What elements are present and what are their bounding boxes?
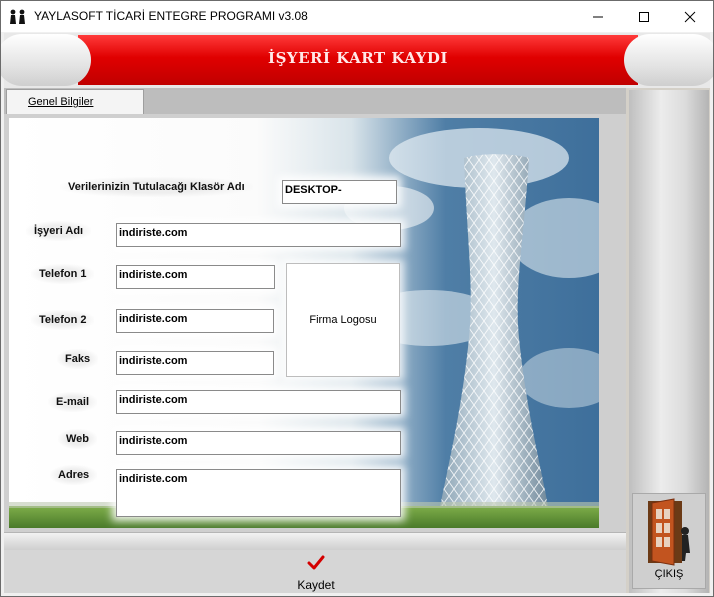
company-name-label: İşyeri Adı <box>26 221 92 241</box>
fax-label: Faks <box>57 349 99 369</box>
minimize-icon <box>593 16 603 17</box>
web-label: Web <box>58 429 98 449</box>
phone1-label: Telefon 1 <box>31 264 95 284</box>
minimize-button[interactable] <box>575 1 621 32</box>
maximize-button[interactable] <box>621 1 667 32</box>
bottom-toolbar: Kaydet <box>4 550 626 593</box>
right-panel: ÇIKIŞ <box>629 90 709 593</box>
phone1-input[interactable]: indiriste.com <box>116 265 275 289</box>
fax-input[interactable]: indiriste.com <box>116 351 274 375</box>
maximize-icon <box>639 11 649 22</box>
close-icon <box>684 11 696 22</box>
tab-panel: Verilerinizin Tutulacağı Klasör Adı DESK… <box>4 114 626 532</box>
exit-label: ÇIKIŞ <box>654 568 684 580</box>
save-label: Kaydet <box>297 578 335 592</box>
phone2-input[interactable]: indiriste.com <box>116 309 274 333</box>
company-name-input[interactable]: indiriste.com <box>116 223 401 247</box>
address-textarea[interactable]: indiriste.com <box>116 469 401 517</box>
email-label: E-mail <box>48 392 98 412</box>
window-title: YAYLASOFT TİCARİ ENTEGRE PROGRAMI v3.08 <box>34 9 308 23</box>
checkmark-icon <box>307 555 325 570</box>
status-bar <box>4 532 626 550</box>
folder-input[interactable]: DESKTOP- <box>282 180 397 204</box>
exit-button[interactable]: ÇIKIŞ <box>632 493 706 589</box>
page-title: İŞYERİ KART KAYDI <box>268 49 448 67</box>
phone2-label: Telefon 2 <box>31 310 95 330</box>
tab-strip: Genel Bilgiler <box>4 88 626 114</box>
client-area: İŞYERİ KART KAYDI Genel Bilgiler Veriler… <box>1 33 713 593</box>
email-input[interactable]: indiriste.com <box>116 390 401 414</box>
app-window: YAYLASOFT TİCARİ ENTEGRE PROGRAMI v3.08 … <box>0 0 714 597</box>
header-banner: İŞYERİ KART KAYDI <box>1 33 713 88</box>
door-exit-icon <box>648 498 690 566</box>
web-input[interactable]: indiriste.com <box>116 431 401 455</box>
logo-placeholder-text: Firma Logosu <box>309 314 377 326</box>
company-logo-box[interactable]: Firma Logosu <box>286 263 400 377</box>
close-button[interactable] <box>667 1 713 32</box>
tab-label: Genel Bilgiler <box>28 96 94 108</box>
tab-general-info[interactable]: Genel Bilgiler <box>6 89 144 114</box>
save-button[interactable]: Kaydet <box>286 555 346 592</box>
users-icon <box>10 9 25 24</box>
title-bar[interactable]: YAYLASOFT TİCARİ ENTEGRE PROGRAMI v3.08 <box>1 1 713 32</box>
folder-label: Verilerinizin Tutulacağı Klasör Adı <box>60 177 253 197</box>
address-label: Adres <box>50 465 98 485</box>
background-photo: Verilerinizin Tutulacağı Klasör Adı DESK… <box>9 118 599 528</box>
